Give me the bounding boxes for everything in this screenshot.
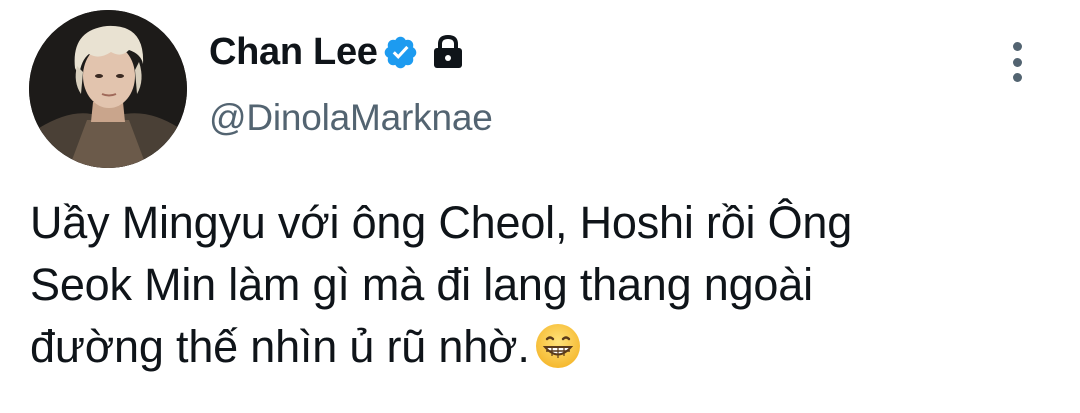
author-display-name[interactable]: Chan Lee — [209, 31, 378, 74]
author-name-row: Chan Lee — [209, 26, 465, 78]
tweet-text-line-last: đường thế nhìn ủ rũ nhờ. — [30, 316, 1060, 378]
tweet-card: Chan Lee @DinolaMarknae Uầy Mingyu với ô… — [0, 0, 1080, 413]
tweet-text-line: Uầy Mingyu với ông Cheol, Hoshi rồi Ông — [30, 197, 853, 248]
tweet-text-line: đường thế nhìn ủ rũ nhờ. — [30, 321, 530, 372]
more-options-button[interactable] — [1004, 40, 1030, 84]
more-vertical-icon — [1012, 42, 1022, 51]
verified-badge-icon — [382, 34, 419, 71]
author-handle[interactable]: @DinolaMarknae — [209, 97, 493, 139]
more-vertical-icon-dot — [1012, 57, 1022, 67]
grinning-face-emoji-icon — [534, 322, 582, 370]
more-vertical-icon-dot — [1012, 73, 1022, 82]
avatar[interactable] — [29, 10, 187, 168]
tweet-text: Uầy Mingyu với ông Cheol, Hoshi rồi Ông … — [30, 192, 1060, 378]
protected-lock-icon — [431, 34, 465, 70]
tweet-text-line: Seok Min làm gì mà đi lang thang ngoài — [30, 259, 813, 310]
profile-photo-icon — [29, 10, 187, 168]
